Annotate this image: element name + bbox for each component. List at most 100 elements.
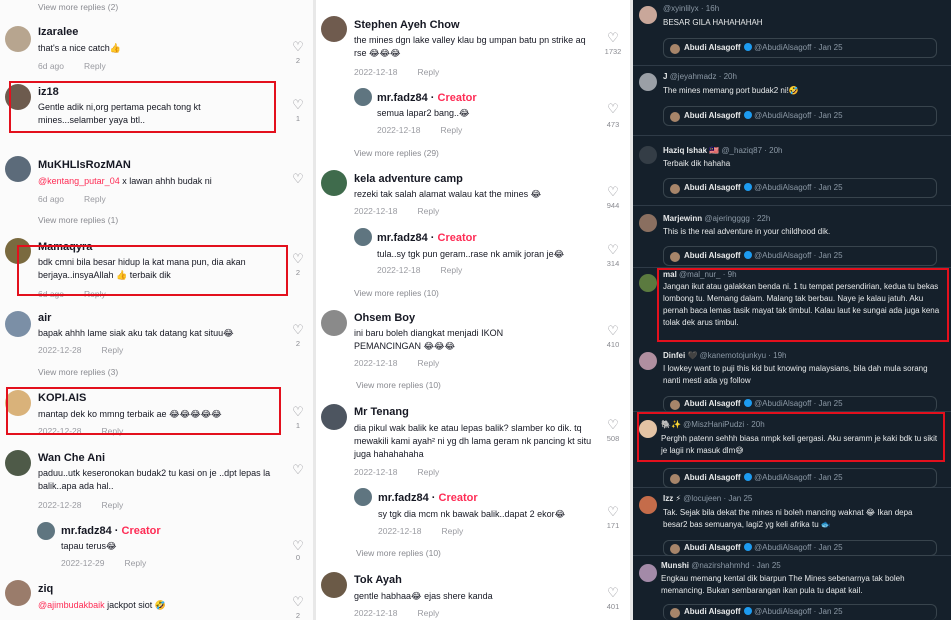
reply-button[interactable]: Reply [101, 345, 123, 355]
avatar[interactable] [321, 404, 347, 430]
tweet[interactable]: @xyinlilyx · 16h BESAR GILA HAHAHAHAH Ab… [633, 0, 951, 66]
avatar[interactable] [5, 156, 31, 182]
avatar[interactable] [639, 6, 657, 24]
comment-username[interactable]: Mr Tenang [354, 406, 409, 418]
tweet[interactable]: Marjewinn @ajeringggg · 22h This is the … [633, 206, 951, 268]
view-more-replies[interactable]: View more replies (10) [354, 288, 439, 298]
quoted-tweet[interactable]: Abudi Alsagoff @AbudiAlsagoff · Jan 25 [663, 604, 937, 620]
heart-icon[interactable]: ♡ [606, 586, 620, 599]
display-name[interactable]: Dinfei 🖤 [663, 351, 697, 360]
comment-username[interactable]: ziq [38, 583, 53, 595]
tweet[interactable]: Izz ⚡ @locujeen · Jan 25 Tak. Sejak bila… [633, 488, 951, 556]
reply-button[interactable]: Reply [84, 194, 106, 204]
reply-button[interactable]: Reply [441, 526, 463, 536]
tweet[interactable]: Munshi @nazirshahmhd · Jan 25 Engkau mem… [633, 556, 951, 620]
avatar[interactable] [321, 572, 347, 598]
avatar[interactable] [5, 26, 31, 52]
quoted-tweet[interactable]: Abudi Alsagoff @AbudiAlsagoff · Jan 25 [663, 246, 937, 266]
quoted-tweet[interactable]: Abudi Alsagoff @AbudiAlsagoff · Jan 25 [663, 38, 937, 58]
avatar[interactable] [5, 311, 31, 337]
comment-username[interactable]: Stephen Ayeh Chow [354, 19, 460, 31]
comment-username[interactable]: MuKHLIsRozMAN [38, 159, 131, 171]
heart-icon[interactable]: ♡ [291, 252, 305, 265]
heart-icon[interactable]: ♡ [606, 185, 620, 198]
heart-icon[interactable]: ♡ [606, 243, 620, 256]
reply-button[interactable]: Reply [417, 358, 439, 368]
tweet[interactable]: J @jeyahmadz · 20h The mines memang port… [633, 66, 951, 136]
avatar[interactable] [321, 170, 347, 196]
handle[interactable]: @ajeringggg · 22h [704, 214, 770, 223]
heart-icon[interactable]: ♡ [606, 505, 620, 518]
comment-username[interactable]: kela adventure camp [354, 173, 463, 185]
tweet[interactable]: Haziq Ishak 🇲🇾 @_haziq87 · 20h Terbaik d… [633, 136, 951, 206]
reply-button[interactable]: Reply [417, 467, 439, 477]
view-more-replies[interactable]: View more replies (2) [38, 2, 118, 12]
reply-button[interactable]: Reply [440, 125, 462, 135]
display-name[interactable]: Haziq Ishak 🇲🇾 [663, 146, 719, 155]
quoted-tweet[interactable]: Abudi Alsagoff @AbudiAlsagoff · Jan 25 [663, 540, 937, 556]
reply-button[interactable]: Reply [101, 500, 123, 510]
reply-button[interactable]: Reply [84, 61, 106, 71]
heart-icon[interactable]: ♡ [606, 418, 620, 431]
heart-icon[interactable]: ♡ [606, 102, 620, 115]
mention-link[interactable]: @kentang_putar_04 [38, 176, 120, 186]
heart-icon[interactable]: ♡ [291, 539, 305, 552]
comment-username[interactable]: Izaralee [38, 26, 78, 38]
avatar[interactable] [5, 580, 31, 606]
reply-button[interactable]: Reply [440, 265, 462, 275]
reply-username[interactable]: mr.fadz84 · Creator [378, 492, 478, 504]
comment-username[interactable]: Wan Che Ani [38, 452, 105, 464]
avatar[interactable] [639, 146, 657, 164]
reply-user[interactable]: mr.fadz84 [378, 492, 429, 504]
avatar[interactable] [639, 496, 657, 514]
quoted-tweet[interactable]: Abudi Alsagoff @AbudiAlsagoff · Jan 25 [663, 468, 937, 488]
quoted-tweet[interactable]: Abudi Alsagoff @AbudiAlsagoff · Jan 25 [663, 178, 937, 198]
heart-icon[interactable]: ♡ [291, 40, 305, 53]
handle[interactable]: @locujeen · Jan 25 [683, 494, 752, 503]
display-name[interactable]: J [663, 72, 667, 81]
reply-button[interactable]: Reply [417, 206, 439, 216]
handle[interactable]: @xyinlilyx · 16h [663, 4, 719, 13]
avatar[interactable] [321, 16, 347, 42]
display-name[interactable]: Izz ⚡ [663, 494, 681, 503]
reply-user[interactable]: mr.fadz84 [377, 232, 428, 244]
quoted-tweet[interactable]: Abudi Alsagoff @AbudiAlsagoff · Jan 25 [663, 396, 937, 412]
avatar[interactable] [354, 88, 372, 106]
handle[interactable]: @nazirshahmhd · Jan 25 [691, 561, 781, 570]
display-name[interactable]: Munshi [661, 561, 689, 570]
avatar[interactable] [639, 214, 657, 232]
heart-icon[interactable]: ♡ [291, 172, 305, 185]
avatar[interactable] [354, 488, 372, 506]
heart-icon[interactable]: ♡ [606, 324, 620, 337]
comment-username[interactable]: Ohsem Boy [354, 312, 415, 324]
view-more-replies[interactable]: View more replies (3) [38, 367, 118, 377]
tweet[interactable]: Dinfei 🖤 @kanemotojunkyu · 19h I lowkey … [633, 348, 951, 412]
avatar[interactable] [639, 352, 657, 370]
view-more-replies[interactable]: View more replies (1) [38, 215, 118, 225]
reply-button[interactable]: Reply [124, 558, 146, 568]
avatar[interactable] [639, 73, 657, 91]
view-more-replies[interactable]: View more replies (29) [354, 148, 439, 158]
comment-username[interactable]: air [38, 312, 51, 324]
handle[interactable]: @kanemotojunkyu · 19h [700, 351, 787, 360]
heart-icon[interactable]: ♡ [291, 405, 305, 418]
quoted-tweet[interactable]: Abudi Alsagoff @AbudiAlsagoff · Jan 25 [663, 106, 937, 126]
view-more-replies[interactable]: View more replies (10) [356, 380, 441, 390]
heart-icon[interactable]: ♡ [291, 323, 305, 336]
mention-link[interactable]: @ajimbudakbaik [38, 600, 105, 610]
avatar[interactable] [639, 274, 657, 292]
comment-username[interactable]: Tok Ayah [354, 574, 402, 586]
heart-icon[interactable]: ♡ [606, 31, 620, 44]
avatar[interactable] [639, 564, 657, 582]
reply-button[interactable]: Reply [417, 67, 439, 77]
reply-username[interactable]: mr.fadz84 · Creator [61, 525, 161, 537]
view-more-replies[interactable]: View more replies (10) [356, 548, 441, 558]
avatar[interactable] [321, 310, 347, 336]
heart-icon[interactable]: ♡ [291, 98, 305, 111]
heart-icon[interactable]: ♡ [291, 595, 305, 608]
display-name[interactable]: Marjewinn [663, 214, 702, 223]
reply-username[interactable]: mr.fadz84 · Creator [377, 232, 477, 244]
avatar[interactable] [354, 228, 372, 246]
heart-icon[interactable]: ♡ [291, 463, 305, 476]
reply-username[interactable]: mr.fadz84 · Creator [377, 92, 477, 104]
